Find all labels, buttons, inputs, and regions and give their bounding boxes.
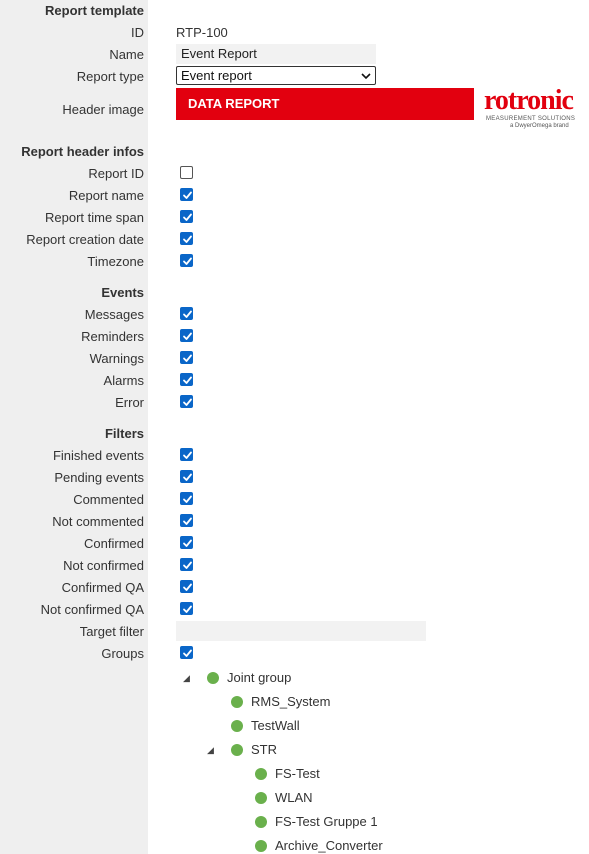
logo-tagline: MEASUREMENT SOLUTIONS <box>486 116 576 122</box>
header-info-checkbox-report-creation-date[interactable] <box>180 232 193 245</box>
filter-label-pending-events: Pending events <box>54 470 144 485</box>
target-filter-label: Target filter <box>79 624 144 639</box>
checkmark-icon <box>183 354 192 362</box>
header-info-checkbox-report-name[interactable] <box>180 188 193 201</box>
event-label-error: Error <box>115 395 144 410</box>
event-checkbox-messages[interactable] <box>180 307 193 320</box>
tree-node-label: TestWall <box>251 718 300 733</box>
groups-label: Groups <box>101 646 144 661</box>
checkmark-icon <box>183 376 192 384</box>
filter-label-confirmed-qa: Confirmed QA <box>61 580 144 595</box>
chevron-down-icon <box>361 73 371 80</box>
filter-label-not-confirmed-qa: Not confirmed QA <box>40 602 144 617</box>
filter-checkbox-not-confirmed-qa[interactable] <box>180 602 193 615</box>
header-info-label-report-name: Report name <box>68 188 144 203</box>
filter-label-confirmed: Confirmed <box>84 536 144 551</box>
header-image-banner[interactable]: DATA REPORT <box>176 88 474 120</box>
section-filters: Filters <box>104 426 144 441</box>
section-report-template: Report template <box>45 3 144 18</box>
name-label: Name <box>109 47 144 62</box>
filter-checkbox-confirmed-qa[interactable] <box>180 580 193 593</box>
group-status-dot-icon <box>255 840 267 852</box>
checkmark-icon <box>183 649 192 657</box>
report-type-select[interactable]: Event report <box>176 66 376 85</box>
filter-checkbox-finished-events[interactable] <box>180 448 193 461</box>
header-info-label-report-id: Report ID <box>88 166 144 181</box>
checkmark-icon <box>183 473 192 481</box>
filter-label-not-confirmed: Not confirmed <box>63 558 144 573</box>
banner-text: DATA REPORT <box>188 96 280 111</box>
checkmark-icon <box>183 495 192 503</box>
header-info-label-report-creation-date: Report creation date <box>26 232 144 247</box>
checkmark-icon <box>183 213 192 221</box>
checkmark-icon <box>183 332 192 340</box>
tree-node-label: Archive_Converter <box>275 838 383 853</box>
group-status-dot-icon <box>207 672 219 684</box>
rotronic-logo: rotronic MEASUREMENT SOLUTIONS a DwyerOm… <box>480 85 580 132</box>
checkmark-icon <box>183 605 192 613</box>
header-info-checkbox-report-time-span[interactable] <box>180 210 193 223</box>
section-events: Events <box>101 285 144 300</box>
group-status-dot-icon <box>231 720 243 732</box>
header-info-label-report-time-span: Report time span <box>45 210 144 225</box>
report-type-value: Event report <box>181 68 252 83</box>
tree-node-label: Joint group <box>227 670 292 685</box>
checkmark-icon <box>183 561 192 569</box>
filter-label-commented: Commented <box>73 492 144 507</box>
filter-checkbox-confirmed[interactable] <box>180 536 193 549</box>
groups-checkbox[interactable] <box>180 646 193 659</box>
checkmark-icon <box>183 398 192 406</box>
id-label: ID <box>131 25 144 40</box>
checkmark-icon <box>183 583 192 591</box>
filter-checkbox-commented[interactable] <box>180 492 193 505</box>
event-label-reminders: Reminders <box>81 329 144 344</box>
tree-node-label: STR <box>251 742 277 757</box>
tree-node-label: RMS_System <box>251 694 331 709</box>
header-info-label-timezone: Timezone <box>87 254 144 269</box>
filter-label-not-commented: Not commented <box>52 514 144 529</box>
group-status-dot-icon <box>255 816 267 828</box>
group-status-dot-icon <box>255 768 267 780</box>
checkmark-icon <box>183 517 192 525</box>
tree-expander-icon[interactable]: ◢ <box>207 745 214 755</box>
logo-brand: a DwyerOmega brand <box>510 123 569 129</box>
event-checkbox-error[interactable] <box>180 395 193 408</box>
name-field[interactable]: Event Report <box>176 44 376 64</box>
checkmark-icon <box>183 539 192 547</box>
checkmark-icon <box>183 191 192 199</box>
header-image-label: Header image <box>62 102 144 117</box>
target-filter-input[interactable] <box>176 621 426 641</box>
checkmark-icon <box>183 235 192 243</box>
event-checkbox-warnings[interactable] <box>180 351 193 364</box>
checkmark-icon <box>183 310 192 318</box>
logo-word: rotronic <box>484 85 574 116</box>
tree-node-label: WLAN <box>275 790 313 805</box>
event-label-alarms: Alarms <box>103 373 144 388</box>
group-status-dot-icon <box>255 792 267 804</box>
event-checkbox-alarms[interactable] <box>180 373 193 386</box>
filter-label-finished-events: Finished events <box>52 448 144 463</box>
id-value: RTP-100 <box>176 25 228 40</box>
filter-checkbox-not-commented[interactable] <box>180 514 193 527</box>
tree-expander-icon[interactable]: ◢ <box>183 673 190 683</box>
tree-node-label: FS-Test <box>275 766 320 781</box>
name-field-value: Event Report <box>181 46 257 61</box>
checkmark-icon <box>183 257 192 265</box>
filter-checkbox-not-confirmed[interactable] <box>180 558 193 571</box>
section-report-header-infos: Report header infos <box>21 144 144 159</box>
report-type-label: Report type <box>76 69 144 84</box>
header-info-checkbox-timezone[interactable] <box>180 254 193 267</box>
header-info-checkbox-report-id[interactable] <box>180 166 193 179</box>
event-label-messages: Messages <box>84 307 144 322</box>
tree-node-label: FS-Test Gruppe 1 <box>275 814 378 829</box>
event-checkbox-reminders[interactable] <box>180 329 193 342</box>
event-label-warnings: Warnings <box>89 351 144 366</box>
checkmark-icon <box>183 451 192 459</box>
filter-checkbox-pending-events[interactable] <box>180 470 193 483</box>
group-status-dot-icon <box>231 696 243 708</box>
group-status-dot-icon <box>231 744 243 756</box>
